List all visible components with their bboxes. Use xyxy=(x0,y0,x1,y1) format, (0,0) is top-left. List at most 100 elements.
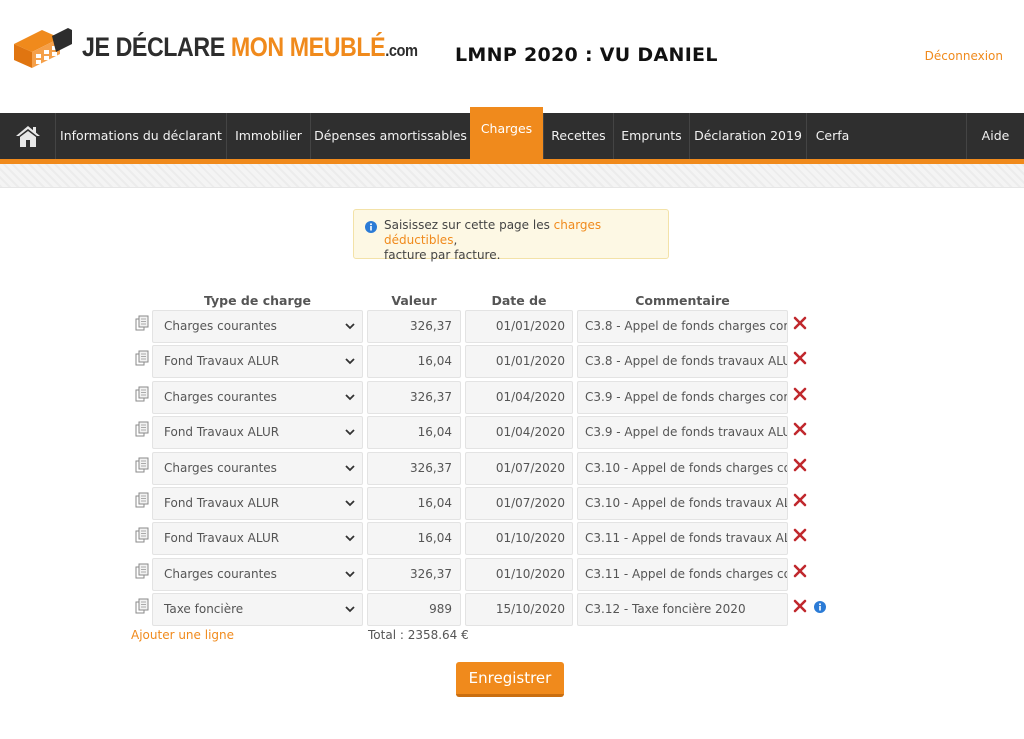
charge-type-value: Charges courantes xyxy=(164,319,277,333)
value-input[interactable]: 16,04 xyxy=(367,345,461,378)
date-input[interactable]: 01/10/2020 xyxy=(465,522,573,555)
delete-icon[interactable] xyxy=(793,493,807,507)
delete-icon[interactable] xyxy=(793,351,807,365)
charge-type-select[interactable]: Fond Travaux ALUR xyxy=(152,416,363,449)
info-icon[interactable] xyxy=(814,601,826,613)
delete-icon[interactable] xyxy=(793,422,807,436)
value-input[interactable]: 989 xyxy=(367,593,461,626)
building-logo-icon xyxy=(14,28,72,68)
value-input[interactable]: 326,37 xyxy=(367,310,461,343)
chevron-down-icon xyxy=(345,394,355,401)
value-input[interactable]: 16,04 xyxy=(367,416,461,449)
chevron-down-icon xyxy=(345,571,355,578)
charge-type-select[interactable]: Fond Travaux ALUR xyxy=(152,487,363,520)
logo-text-part1: JE DÉCLARE xyxy=(82,31,231,62)
copy-icon[interactable] xyxy=(135,492,149,508)
copy-icon[interactable] xyxy=(135,315,149,331)
header-comment: Commentaire xyxy=(635,293,730,308)
nav-item-emprunts[interactable]: Emprunts xyxy=(613,113,689,159)
copy-icon[interactable] xyxy=(135,350,149,366)
info-line-2: facture par facture. xyxy=(384,248,501,262)
save-button[interactable]: Enregistrer xyxy=(456,662,564,697)
delete-icon[interactable] xyxy=(793,458,807,472)
comment-input[interactable]: C3.12 - Taxe foncière 2020 xyxy=(577,593,788,626)
comment-input[interactable]: C3.9 - Appel de fonds travaux ALUR xyxy=(577,416,788,449)
delete-icon[interactable] xyxy=(793,599,807,613)
date-input[interactable]: 01/01/2020 xyxy=(465,345,573,378)
charge-type-value: Fond Travaux ALUR xyxy=(164,354,280,368)
table-row: Charges courantes 326,37 01/04/2020 C3.9… xyxy=(0,381,1024,414)
comment-input[interactable]: C3.10 - Appel de fonds charges comm xyxy=(577,452,788,485)
charge-type-value: Charges courantes xyxy=(164,567,277,581)
info-icon xyxy=(365,221,377,233)
date-input[interactable]: 01/10/2020 xyxy=(465,558,573,591)
nav-item-informations[interactable]: Informations du déclarant xyxy=(55,113,226,159)
delete-icon[interactable] xyxy=(793,316,807,330)
chevron-down-icon xyxy=(345,429,355,436)
table-row: Charges courantes 326,37 01/07/2020 C3.1… xyxy=(0,452,1024,485)
nav-item-charges[interactable]: Charges xyxy=(470,107,543,159)
nav-item-depenses[interactable]: Dépenses amortissables xyxy=(310,113,470,159)
add-line-link[interactable]: Ajouter une ligne xyxy=(131,628,234,642)
value-input[interactable]: 326,37 xyxy=(367,452,461,485)
copy-icon[interactable] xyxy=(135,563,149,579)
date-input[interactable]: 15/10/2020 xyxy=(465,593,573,626)
delete-icon[interactable] xyxy=(793,387,807,401)
copy-icon[interactable] xyxy=(135,457,149,473)
nav-item-cerfa[interactable]: Cerfa xyxy=(806,113,858,159)
comment-input[interactable]: C3.10 - Appel de fonds travaux ALUR xyxy=(577,487,788,520)
info-line-1: Saisissez sur cette page les charges déd… xyxy=(384,218,658,248)
date-input[interactable]: 01/04/2020 xyxy=(465,416,573,449)
date-input[interactable]: 01/01/2020 xyxy=(465,310,573,343)
charge-type-select[interactable]: Taxe foncière xyxy=(152,593,363,626)
main-nav: Informations du déclarant Immobilier Dép… xyxy=(0,107,1024,159)
charge-type-select[interactable]: Fond Travaux ALUR xyxy=(152,345,363,378)
copy-icon[interactable] xyxy=(135,598,149,614)
comment-input[interactable]: C3.9 - Appel de fonds charges commu xyxy=(577,381,788,414)
charge-type-value: Fond Travaux ALUR xyxy=(164,531,280,545)
charge-type-select[interactable]: Fond Travaux ALUR xyxy=(152,522,363,555)
charge-type-select[interactable]: Charges courantes xyxy=(152,381,363,414)
table-row: Fond Travaux ALUR 16,04 01/04/2020 C3.9 … xyxy=(0,416,1024,449)
date-input[interactable]: 01/04/2020 xyxy=(465,381,573,414)
copy-icon[interactable] xyxy=(135,527,149,543)
charge-type-select[interactable]: Charges courantes xyxy=(152,452,363,485)
delete-icon[interactable] xyxy=(793,528,807,542)
comment-input[interactable]: C3.8 - Appel de fonds charges commu xyxy=(577,310,788,343)
nav-pattern-band xyxy=(0,164,1024,188)
value-input[interactable]: 16,04 xyxy=(367,522,461,555)
table-row: Taxe foncière 989 15/10/2020 C3.12 - Tax… xyxy=(0,593,1024,626)
charge-type-value: Charges courantes xyxy=(164,461,277,475)
copy-icon[interactable] xyxy=(135,386,149,402)
comment-input[interactable]: C3.11 - Appel de fonds charges comm xyxy=(577,558,788,591)
charge-type-value: Fond Travaux ALUR xyxy=(164,425,280,439)
logo-text-part3: .com xyxy=(385,40,418,60)
value-input[interactable]: 326,37 xyxy=(367,558,461,591)
comment-input[interactable]: C3.11 - Appel de fonds travaux ALUR xyxy=(577,522,788,555)
nav-item-declaration-2019[interactable]: Déclaration 2019 xyxy=(689,113,806,159)
home-icon xyxy=(15,126,40,147)
logo[interactable]: JE DÉCLARE MON MEUBLÉ.com xyxy=(12,24,472,70)
nav-item-recettes[interactable]: Recettes xyxy=(543,113,613,159)
nav-item-aide[interactable]: Aide xyxy=(966,113,1024,159)
date-input[interactable]: 01/07/2020 xyxy=(465,487,573,520)
nav-home[interactable] xyxy=(0,113,55,159)
value-input[interactable]: 16,04 xyxy=(367,487,461,520)
logo-text-part2: MON MEUBLÉ xyxy=(230,31,386,62)
charge-type-select[interactable]: Charges courantes xyxy=(152,558,363,591)
header: JE DÉCLARE MON MEUBLÉ.com LMNP 2020 : VU… xyxy=(0,0,1024,113)
copy-icon[interactable] xyxy=(135,421,149,437)
nav-item-immobilier[interactable]: Immobilier xyxy=(226,113,310,159)
table-row: Charges courantes 326,37 01/01/2020 C3.8… xyxy=(0,310,1024,343)
date-input[interactable]: 01/07/2020 xyxy=(465,452,573,485)
logout-link[interactable]: Déconnexion xyxy=(925,49,1003,63)
value-input[interactable]: 326,37 xyxy=(367,381,461,414)
header-type: Type de charge xyxy=(203,293,312,308)
charge-type-value: Taxe foncière xyxy=(164,602,244,616)
comment-input[interactable]: C3.8 - Appel de fonds travaux ALUR xyxy=(577,345,788,378)
chevron-down-icon xyxy=(345,535,355,542)
charge-type-select[interactable]: Charges courantes xyxy=(152,310,363,343)
info-text: Saisissez sur cette page les xyxy=(384,218,554,232)
chevron-down-icon xyxy=(345,606,355,613)
delete-icon[interactable] xyxy=(793,564,807,578)
